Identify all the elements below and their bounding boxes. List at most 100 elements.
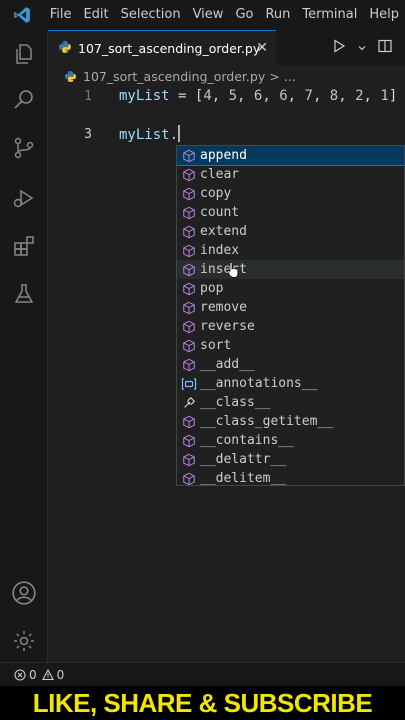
- editor-actions: [331, 30, 405, 65]
- menu-file[interactable]: File: [44, 0, 78, 30]
- method-icon: [181, 433, 197, 449]
- suggestion-item[interactable]: __class_getitem__: [177, 412, 404, 431]
- suggestion-item[interactable]: remove: [177, 298, 404, 317]
- python-icon: [58, 39, 72, 58]
- suggestion-item[interactable]: __delitem__: [177, 469, 404, 486]
- suggestion-item[interactable]: __add__: [177, 355, 404, 374]
- method-icon: [181, 357, 197, 373]
- menu-view[interactable]: View: [187, 0, 230, 30]
- split-editor-icon[interactable]: [377, 38, 393, 58]
- suggestion-item[interactable]: copy: [177, 184, 404, 203]
- method-icon: [181, 414, 197, 430]
- testing-icon[interactable]: [0, 274, 48, 314]
- explorer-icon[interactable]: [0, 34, 48, 74]
- suggestion-label: insert: [200, 262, 247, 277]
- suggestion-item[interactable]: pop: [177, 279, 404, 298]
- accounts-icon[interactable]: [0, 573, 48, 613]
- search-icon[interactable]: [0, 80, 48, 120]
- suggestion-item[interactable]: extend: [177, 222, 404, 241]
- line-number: 1: [84, 89, 92, 104]
- menu-help[interactable]: Help: [363, 0, 405, 30]
- menu-bar: File Edit Selection View Go Run Terminal…: [44, 0, 405, 30]
- suggestion-item[interactable]: reverse: [177, 317, 404, 336]
- editor-tab[interactable]: 107_sort_ascending_order.py ✕: [48, 30, 276, 65]
- method-icon: [181, 281, 197, 297]
- method-icon: [181, 300, 197, 316]
- error-count: 0: [29, 667, 37, 682]
- line-number: 3: [84, 127, 92, 142]
- suggestion-item[interactable]: __contains__: [177, 431, 404, 450]
- vscode-logo-icon: [0, 0, 44, 30]
- close-icon[interactable]: ✕: [256, 40, 268, 56]
- wrench-icon: [181, 395, 197, 411]
- problems-indicator[interactable]: 0 0: [14, 668, 64, 682]
- source-control-icon[interactable]: [0, 128, 48, 168]
- banner-text: LIKE, SHARE & SUBSCRIBE: [32, 687, 373, 718]
- python-icon: [64, 70, 77, 83]
- suggestion-label: __add__: [200, 357, 255, 372]
- method-icon: [181, 186, 197, 202]
- suggestion-label: extend: [200, 224, 247, 239]
- suggestion-label: count: [200, 205, 240, 220]
- method-icon: [181, 167, 197, 183]
- suggestion-item[interactable]: insert: [177, 260, 404, 279]
- suggestion-label: index: [200, 243, 240, 258]
- method-icon: [181, 243, 197, 259]
- menu-edit[interactable]: Edit: [77, 0, 114, 30]
- run-debug-icon[interactable]: [0, 178, 48, 218]
- suggestion-item[interactable]: count: [177, 203, 404, 222]
- suggestion-label: clear: [200, 167, 240, 182]
- method-icon: [181, 262, 197, 278]
- suggest-widget[interactable]: append clear copy count extend index insert pop…: [176, 145, 405, 486]
- error-icon: [14, 668, 26, 681]
- warning-count: 0: [56, 667, 65, 682]
- code-line: 1 myList = [4, 5, 6, 6, 7, 8, 2, 1]: [48, 87, 405, 106]
- activity-bar: [0, 30, 48, 662]
- suggestion-label: __annotations__: [200, 376, 318, 391]
- tab-bar: 107_sort_ascending_order.py ✕: [48, 30, 405, 65]
- suggestion-label: pop: [200, 281, 224, 296]
- suggestion-label: remove: [200, 300, 247, 315]
- mouse-pointer-icon: [227, 261, 239, 282]
- editor-area: 107_sort_ascending_order.py ✕ 107_sort_a…: [48, 30, 405, 662]
- suggestion-label: reverse: [200, 319, 255, 334]
- suggestion-label: __class__: [200, 395, 271, 410]
- suggestion-item[interactable]: __class__: [177, 393, 404, 412]
- suggestion-item[interactable]: append: [177, 146, 404, 166]
- warning-icon: [41, 668, 54, 681]
- suggestion-item[interactable]: index: [177, 241, 404, 260]
- method-icon: [181, 319, 197, 335]
- extensions-icon[interactable]: [0, 226, 48, 266]
- menu-terminal[interactable]: Terminal: [296, 0, 363, 30]
- chevron-down-icon[interactable]: [357, 38, 367, 57]
- menu-selection[interactable]: Selection: [115, 0, 187, 30]
- suggestion-item[interactable]: sort: [177, 336, 404, 355]
- run-icon[interactable]: [331, 38, 347, 58]
- method-icon: [181, 452, 197, 468]
- suggestion-item[interactable]: __delattr__: [177, 450, 404, 469]
- field-icon: [181, 376, 197, 392]
- code-text: myList.: [119, 125, 181, 143]
- text-cursor: [178, 125, 181, 142]
- suggestion-label: __class_getitem__: [200, 414, 334, 429]
- tab-label: 107_sort_ascending_order.py: [78, 40, 261, 56]
- suggestion-label: sort: [200, 338, 232, 353]
- suggestion-item[interactable]: __annotations__: [177, 374, 404, 393]
- title-bar: File Edit Selection View Go Run Terminal…: [0, 0, 405, 30]
- method-icon: [181, 148, 197, 164]
- manage-gear-icon[interactable]: [0, 621, 48, 661]
- method-icon: [181, 205, 197, 221]
- suggestion-label: __delattr__: [200, 452, 287, 467]
- status-bar: 0 0: [0, 662, 405, 686]
- method-icon: [181, 471, 197, 486]
- menu-run[interactable]: Run: [259, 0, 296, 30]
- suggestion-label: copy: [200, 186, 232, 201]
- breadcrumb-more[interactable]: ...: [284, 69, 296, 84]
- code-line: 3 myList.: [48, 125, 405, 144]
- subscribe-banner: LIKE, SHARE & SUBSCRIBE: [0, 686, 405, 720]
- suggestion-label: append: [200, 148, 247, 163]
- menu-go[interactable]: Go: [229, 0, 259, 30]
- breadcrumb-file[interactable]: 107_sort_ascending_order.py: [83, 69, 265, 84]
- code-text: myList = [4, 5, 6, 6, 7, 8, 2, 1]: [119, 88, 398, 104]
- suggestion-item[interactable]: clear: [177, 165, 404, 184]
